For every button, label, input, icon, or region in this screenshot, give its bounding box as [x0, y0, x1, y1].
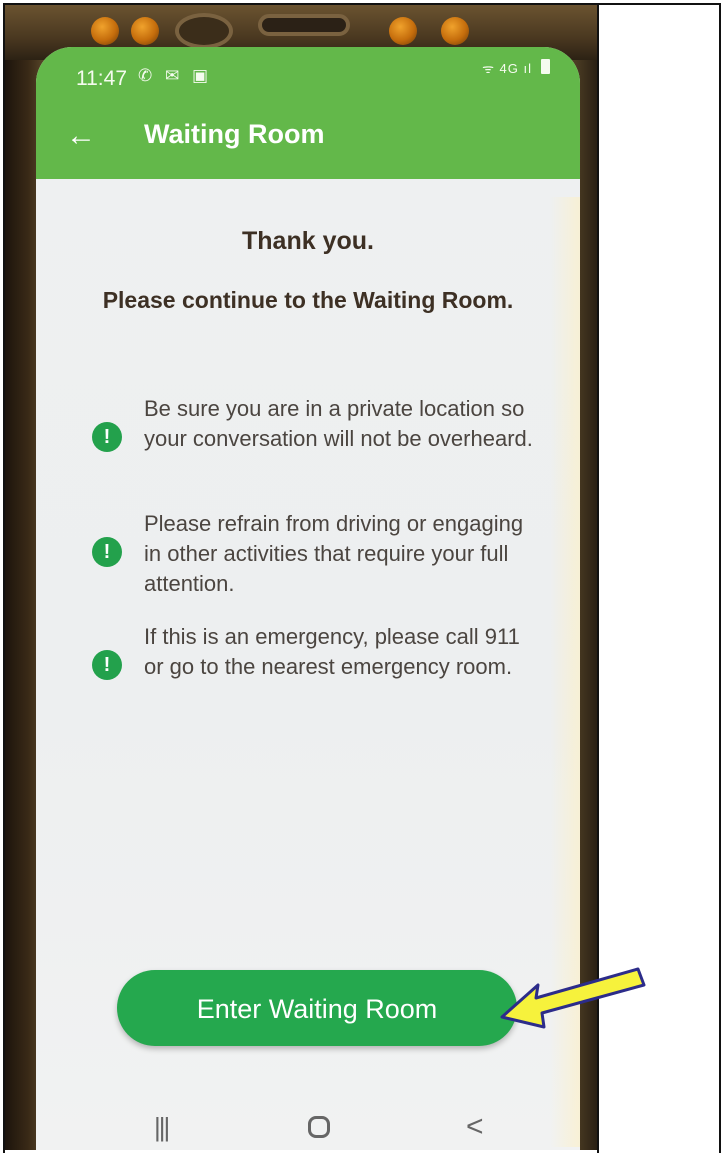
gallery-icon: ▣ — [191, 66, 213, 85]
notice-text: Please refrain from driving or engaging … — [144, 511, 524, 596]
recents-icon[interactable]: ||| — [154, 1112, 170, 1143]
alert-icon: ! — [92, 422, 122, 452]
sensor-dot — [441, 17, 469, 45]
sensor-dot — [389, 17, 417, 45]
back-arrow-icon[interactable]: ← — [66, 121, 96, 151]
battery-icon — [541, 59, 550, 74]
enter-waiting-room-button[interactable]: Enter Waiting Room — [117, 970, 517, 1046]
earpiece-speaker — [258, 14, 350, 36]
missed-call-icon: ✆ — [138, 66, 157, 85]
app-bar: ← Waiting Room — [36, 97, 580, 179]
notification-icons: ✆ ✉ ▣ — [138, 66, 212, 86]
yellow-pointer-arrow-icon — [500, 967, 646, 1029]
home-icon[interactable] — [308, 1116, 330, 1138]
sensor-dot — [131, 17, 159, 45]
status-bar: 11:47 ✆ ✉ ▣ ᯤ 4G ıl — [36, 47, 580, 97]
notice-no-driving: ! Please refrain from driving or engagin… — [92, 509, 532, 604]
page-title: Waiting Room — [144, 119, 325, 149]
signal-icons: ᯤ 4G ıl — [482, 61, 532, 76]
sensor-dot — [91, 17, 119, 45]
notice-private-location: ! Be sure you are in a private location … — [92, 394, 533, 489]
notice-text: Be sure you are in a private location so… — [144, 396, 533, 451]
nav-back-icon[interactable]: < — [466, 1110, 484, 1144]
system-nav-bar: ||| < — [36, 1110, 580, 1150]
notice-emergency: ! If this is an emergency, please call 9… — [92, 622, 532, 717]
alert-icon: ! — [92, 650, 122, 680]
continue-heading: Please continue to the Waiting Room. — [102, 287, 514, 313]
notice-text: If this is an emergency, please call 911… — [144, 624, 520, 679]
thank-you-heading: Thank you. — [242, 227, 374, 255]
message-icon: ✉ — [164, 66, 184, 85]
front-camera — [175, 13, 233, 49]
alert-icon: ! — [92, 537, 122, 567]
status-time: 11:47 — [76, 67, 127, 90]
